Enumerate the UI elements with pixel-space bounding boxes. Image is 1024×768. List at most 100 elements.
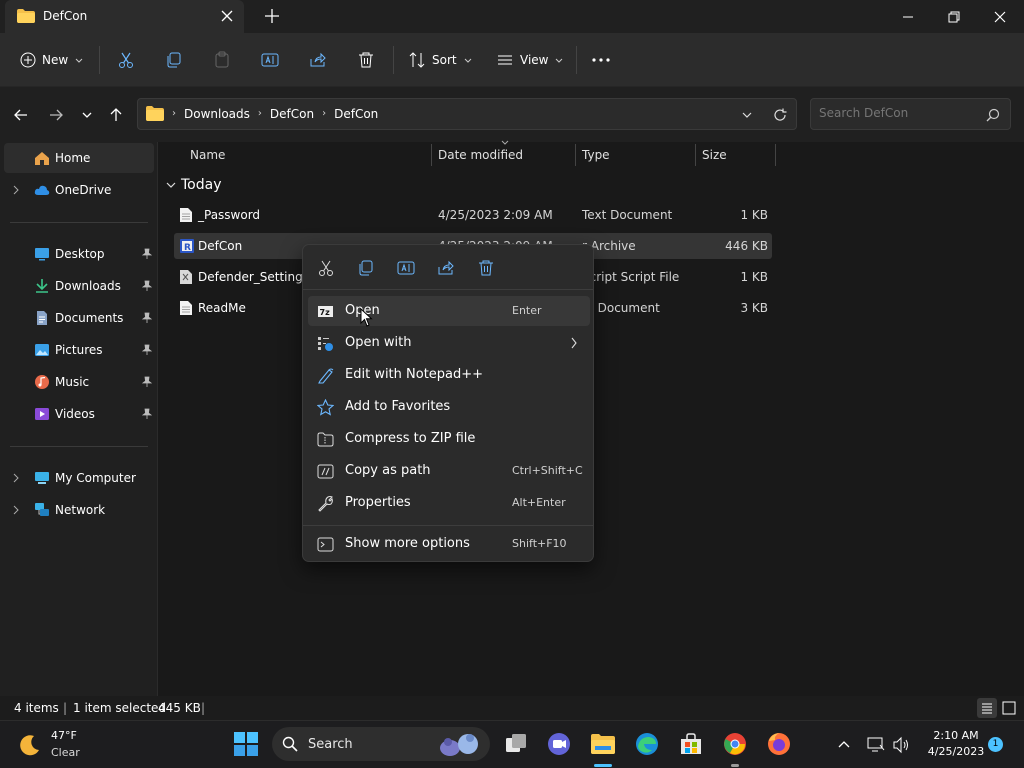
volume-icon[interactable]	[892, 736, 910, 754]
column-label: Size	[702, 148, 727, 162]
tiles-view-icon	[1002, 701, 1016, 715]
folder-icon	[146, 106, 164, 121]
refresh-icon[interactable]	[772, 107, 788, 123]
menu-item-properties[interactable]: Properties Alt+Enter	[308, 488, 590, 518]
address-bar[interactable]: › Downloads › DefCon › DefCon	[137, 98, 797, 130]
column-header-size[interactable]: Size	[702, 142, 774, 168]
teams-chat-icon[interactable]	[546, 731, 572, 757]
edge-browser-icon[interactable]	[634, 731, 660, 757]
chevron-right-icon[interactable]: ›	[322, 108, 326, 119]
breadcrumb-defcon-current[interactable]: DefCon	[334, 107, 378, 121]
chevron-right-icon[interactable]: ›	[258, 108, 262, 119]
sidebar-item-my-computer[interactable]: My Computer	[4, 463, 154, 493]
taskbar-search[interactable]: Search	[272, 727, 490, 761]
column-separator[interactable]	[775, 144, 776, 166]
menu-item-open[interactable]: 7z Open Enter	[308, 296, 590, 326]
close-window-button[interactable]	[977, 0, 1023, 33]
file-explorer-icon[interactable]	[590, 731, 616, 757]
new-button[interactable]: New	[20, 46, 84, 74]
sidebar-item-videos[interactable]: Videos	[4, 399, 154, 429]
sort-label: Sort	[432, 53, 457, 67]
chrome-browser-icon[interactable]	[722, 731, 748, 757]
shortcut-label: Shift+F10	[512, 537, 567, 550]
share-button[interactable]	[309, 46, 327, 74]
restore-icon	[948, 11, 960, 22]
details-view-button[interactable]	[977, 698, 997, 718]
chevron-right-icon[interactable]	[12, 185, 20, 195]
sidebar-item-network[interactable]: Network	[4, 495, 154, 525]
new-tab-icon[interactable]	[263, 7, 281, 25]
search-input[interactable]	[819, 106, 984, 120]
restore-button[interactable]	[931, 0, 977, 33]
zip-folder-icon	[317, 432, 334, 447]
file-row-password[interactable]: _Password 4/25/2023 2:09 AM Text Documen…	[174, 202, 772, 228]
rename-icon	[261, 53, 279, 67]
trash-icon[interactable]	[477, 259, 495, 277]
forward-button[interactable]	[46, 105, 66, 125]
sort-button[interactable]: Sort	[408, 46, 473, 74]
sidebar-item-onedrive[interactable]: OneDrive	[4, 175, 154, 205]
firefox-browser-icon[interactable]	[766, 731, 792, 757]
ellipsis-icon	[592, 58, 610, 62]
chevron-right-icon[interactable]	[12, 473, 20, 483]
task-view-icon[interactable]	[503, 731, 529, 757]
menu-item-open-with[interactable]: Open with	[308, 328, 590, 358]
sidebar-item-label: Videos	[55, 407, 95, 421]
up-button[interactable]	[106, 105, 126, 125]
column-separator[interactable]	[695, 144, 696, 166]
column-header-type[interactable]: Type	[582, 142, 694, 168]
column-separator[interactable]	[431, 144, 432, 166]
desktop-icon	[35, 248, 49, 261]
more-options-button[interactable]	[591, 46, 611, 74]
menu-item-compress-zip[interactable]: Compress to ZIP file	[308, 424, 590, 454]
menu-item-edit-notepadpp[interactable]: Edit with Notepad++	[308, 360, 590, 390]
chevron-up-icon[interactable]	[837, 738, 851, 752]
menu-item-copy-path[interactable]: Copy as path Ctrl+Shift+C	[308, 456, 590, 486]
chevron-right-icon[interactable]	[12, 505, 20, 515]
arrow-right-icon	[50, 109, 63, 121]
chevron-down-icon[interactable]	[741, 109, 753, 121]
file-name: DefCon	[198, 239, 243, 253]
sidebar-item-pictures[interactable]: Pictures	[4, 335, 154, 365]
group-header-today[interactable]: Today	[165, 177, 222, 193]
sidebar-item-documents[interactable]: Documents	[4, 303, 154, 333]
rename-icon[interactable]	[397, 259, 415, 277]
cut-button[interactable]	[117, 46, 135, 74]
copy-icon[interactable]	[357, 259, 375, 277]
taskbar: 47°F Clear Search 2:10 AM 4/25/2023 1	[0, 720, 1024, 768]
menu-item-add-favorites[interactable]: Add to Favorites	[308, 392, 590, 422]
script-file-icon	[180, 270, 192, 284]
sidebar-item-music[interactable]: Music	[4, 367, 154, 397]
column-header-date[interactable]: Date modified	[438, 140, 574, 168]
share-icon[interactable]	[437, 259, 455, 277]
recent-locations-button[interactable]	[77, 105, 97, 125]
tab-defcon[interactable]: DefCon	[5, 0, 244, 33]
menu-item-show-more-options[interactable]: Show more options Shift+F10	[308, 529, 590, 559]
network-status-icon[interactable]	[867, 736, 885, 754]
notification-badge[interactable]: 1	[988, 737, 1003, 752]
delete-button[interactable]	[357, 46, 375, 74]
system-clock[interactable]: 2:10 AM 4/25/2023	[918, 729, 994, 758]
close-tab-icon[interactable]	[219, 8, 235, 24]
minimize-button[interactable]	[885, 0, 931, 33]
sidebar-item-downloads[interactable]: Downloads	[4, 271, 154, 301]
sidebar-item-home[interactable]: Home	[4, 143, 154, 173]
sidebar-item-desktop[interactable]: Desktop	[4, 239, 154, 269]
copy-button[interactable]	[165, 46, 183, 74]
view-button[interactable]: View	[496, 46, 564, 74]
column-separator[interactable]	[575, 144, 576, 166]
tiles-view-button[interactable]	[999, 698, 1019, 718]
column-header-name[interactable]: Name	[190, 142, 430, 168]
paste-button[interactable]	[213, 46, 231, 74]
back-button[interactable]	[11, 105, 31, 125]
navigation-pane: Home OneDrive Desktop Downloads Document…	[0, 142, 158, 696]
rename-button[interactable]	[261, 46, 279, 74]
cut-icon[interactable]	[317, 259, 335, 277]
search-box[interactable]	[810, 98, 1011, 130]
divider	[10, 446, 148, 447]
column-label: Name	[190, 148, 226, 162]
breadcrumb-defcon[interactable]: DefCon	[270, 107, 314, 121]
microsoft-store-icon[interactable]	[678, 731, 704, 757]
breadcrumb-downloads[interactable]: Downloads	[184, 107, 250, 121]
windows-start-icon[interactable]	[233, 731, 259, 757]
